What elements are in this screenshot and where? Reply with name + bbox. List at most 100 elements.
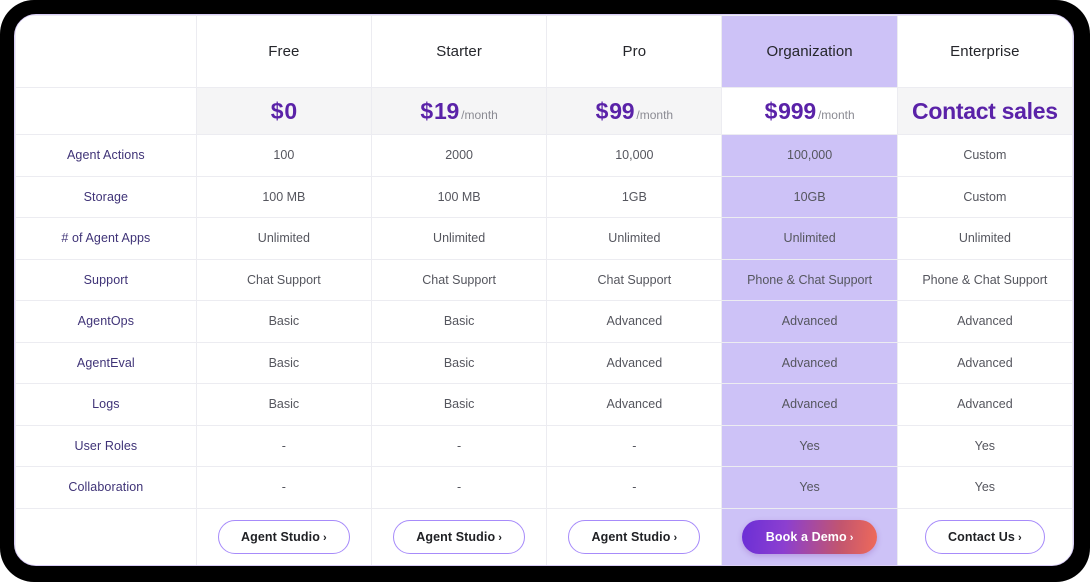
plan-names-row: Free Starter Pro Organization Enterprise [15, 15, 1073, 88]
price-period-pro: /month [636, 107, 674, 122]
cta-button-label: Book a Demo [765, 530, 847, 544]
feature-value-cell: Advanced [546, 383, 723, 426]
feature-value-cell: Basic [195, 341, 372, 384]
feature-value-cell: Phone & Chat Support [896, 258, 1073, 301]
price-number: 0 [284, 97, 297, 124]
feature-value-cell: Basic [370, 383, 548, 426]
price-amount-pro: $99 [596, 98, 635, 124]
cta-button-contact-us[interactable]: Contact Us › [924, 520, 1045, 554]
feature-value-cell: 2000 [370, 134, 548, 177]
feature-value-cell: Advanced [546, 341, 723, 384]
feature-value-cell: Chat Support [195, 258, 372, 301]
plan-header-pro: Pro [546, 15, 723, 88]
feature-value-cell: 100 MB [195, 175, 372, 218]
feature-value-cell: Basic [195, 300, 372, 343]
feature-label-of-agent-apps: # of Agent Apps [15, 217, 197, 260]
price-number: 19 [433, 97, 460, 124]
cta-button-agent-studio[interactable]: Agent Studio › [568, 520, 701, 554]
table-corner-cell [15, 15, 197, 88]
plan-header-enterprise: Enterprise [896, 15, 1073, 88]
feature-value-cell: Advanced [721, 341, 898, 384]
cta-cell: Agent Studio › [546, 507, 723, 565]
feature-value-cell: Advanced [896, 341, 1073, 384]
price-period-organization: /month [817, 107, 855, 122]
feature-label-agentops: AgentOps [15, 300, 197, 343]
cta-button-label: Agent Studio [591, 530, 671, 544]
plan-header-free: Free [195, 15, 372, 88]
cta-cell: Agent Studio › [370, 507, 548, 565]
feature-value-cell: Basic [195, 383, 372, 426]
chevron-right-icon: › [849, 532, 854, 544]
feature-value-cell: Chat Support [370, 258, 548, 301]
feature-value-cell: 10GB [721, 175, 898, 218]
price-row: $0 $19/month $99/month $999/month Contact sa… [15, 87, 1073, 135]
price-amount-free: $0 [271, 98, 297, 124]
chevron-right-icon: › [322, 532, 327, 544]
cta-button-book-a-demo[interactable]: Book a Demo › [741, 520, 878, 554]
feature-value-cell: 10,000 [546, 134, 723, 177]
feature-row: Support Chat Support Chat Support Chat Supp… [15, 258, 1073, 301]
feature-value-cell: 100 [195, 134, 372, 177]
plan-header-organization: Organization [721, 15, 898, 88]
feature-label-agent-actions: Agent Actions [15, 134, 197, 177]
feature-value-cell: - [195, 466, 372, 509]
feature-value-cell: - [195, 424, 372, 467]
feature-value-cell: Basic [370, 300, 548, 343]
feature-value-cell: - [546, 466, 723, 509]
feature-value-cell: - [370, 466, 548, 509]
cta-button-label: Agent Studio [416, 530, 496, 544]
feature-label-agenteval: AgentEval [15, 341, 197, 384]
price-amount-starter: $19 [420, 98, 459, 124]
feature-value-cell: 100,000 [721, 134, 898, 177]
price-row-label-cell [15, 87, 197, 135]
chevron-right-icon: › [1017, 532, 1022, 544]
feature-value-cell: Advanced [896, 383, 1073, 426]
feature-value-cell: 100 MB [370, 175, 548, 218]
feature-value-cell: Yes [896, 466, 1073, 509]
feature-row: Agent Actions 100 2000 10,000 100,000 Custom [15, 134, 1073, 177]
feature-row: Logs Basic Basic Advanced Advanced Advanced [15, 383, 1073, 426]
feature-value-cell: Advanced [546, 300, 723, 343]
feature-label-storage: Storage [15, 175, 197, 218]
currency-symbol: $ [420, 97, 433, 124]
price-cell-free: $0 [195, 87, 372, 135]
feature-label-user-roles: User Roles [15, 424, 197, 467]
price-cell-organization: $999/month [721, 87, 898, 135]
cta-row: Agent Studio › Agent Studio › Agent Studio › B… [15, 507, 1073, 565]
currency-symbol: $ [270, 97, 284, 124]
feature-value-cell: Chat Support [546, 258, 723, 301]
feature-value-cell: Phone & Chat Support [721, 258, 898, 301]
pricing-table-panel: Free Starter Pro Organization Enterprise $0 $1… [14, 14, 1074, 566]
currency-symbol: $ [764, 97, 778, 124]
cta-button-agent-studio[interactable]: Agent Studio › [393, 520, 525, 554]
cta-cell: Book a Demo › [721, 507, 898, 565]
cta-cell: Contact Us › [896, 507, 1073, 565]
feature-row: User Roles - - - Yes Yes [15, 424, 1073, 467]
feature-row: Collaboration - - - Yes Yes [15, 466, 1073, 509]
chevron-right-icon: › [498, 532, 502, 544]
feature-label-logs: Logs [15, 383, 197, 426]
feature-row: AgentOps Basic Basic Advanced Advanced Advanc… [15, 300, 1073, 343]
price-contact-sales-text: Contact sales [912, 97, 1058, 124]
feature-value-cell: Unlimited [896, 217, 1073, 260]
feature-label-support: Support [15, 258, 197, 301]
feature-value-cell: Advanced [896, 300, 1073, 343]
price-cell-enterprise: Contact sales [896, 87, 1073, 135]
chevron-right-icon: › [673, 532, 678, 544]
price-cell-starter: $19/month [370, 87, 548, 135]
cta-button-label: Contact Us [947, 530, 1015, 544]
cta-button-agent-studio[interactable]: Agent Studio › [217, 520, 350, 554]
plan-header-starter: Starter [370, 15, 548, 88]
feature-value-cell: Yes [721, 424, 898, 467]
feature-value-cell: Yes [721, 466, 898, 509]
device-bezel: Free Starter Pro Organization Enterprise $0 $1… [0, 0, 1090, 582]
feature-value-cell: - [546, 424, 723, 467]
pricing-comparison-table: Free Starter Pro Organization Enterprise $0 $1… [15, 15, 1073, 565]
feature-value-cell: - [370, 424, 548, 467]
price-number: 99 [609, 97, 635, 124]
feature-value-cell: Yes [896, 424, 1073, 467]
feature-label-collaboration: Collaboration [15, 466, 197, 509]
feature-row: AgentEval Basic Basic Advanced Advanced Advan… [15, 341, 1073, 384]
feature-value-cell: Custom [896, 175, 1073, 218]
cta-row-label-cell [15, 507, 197, 565]
